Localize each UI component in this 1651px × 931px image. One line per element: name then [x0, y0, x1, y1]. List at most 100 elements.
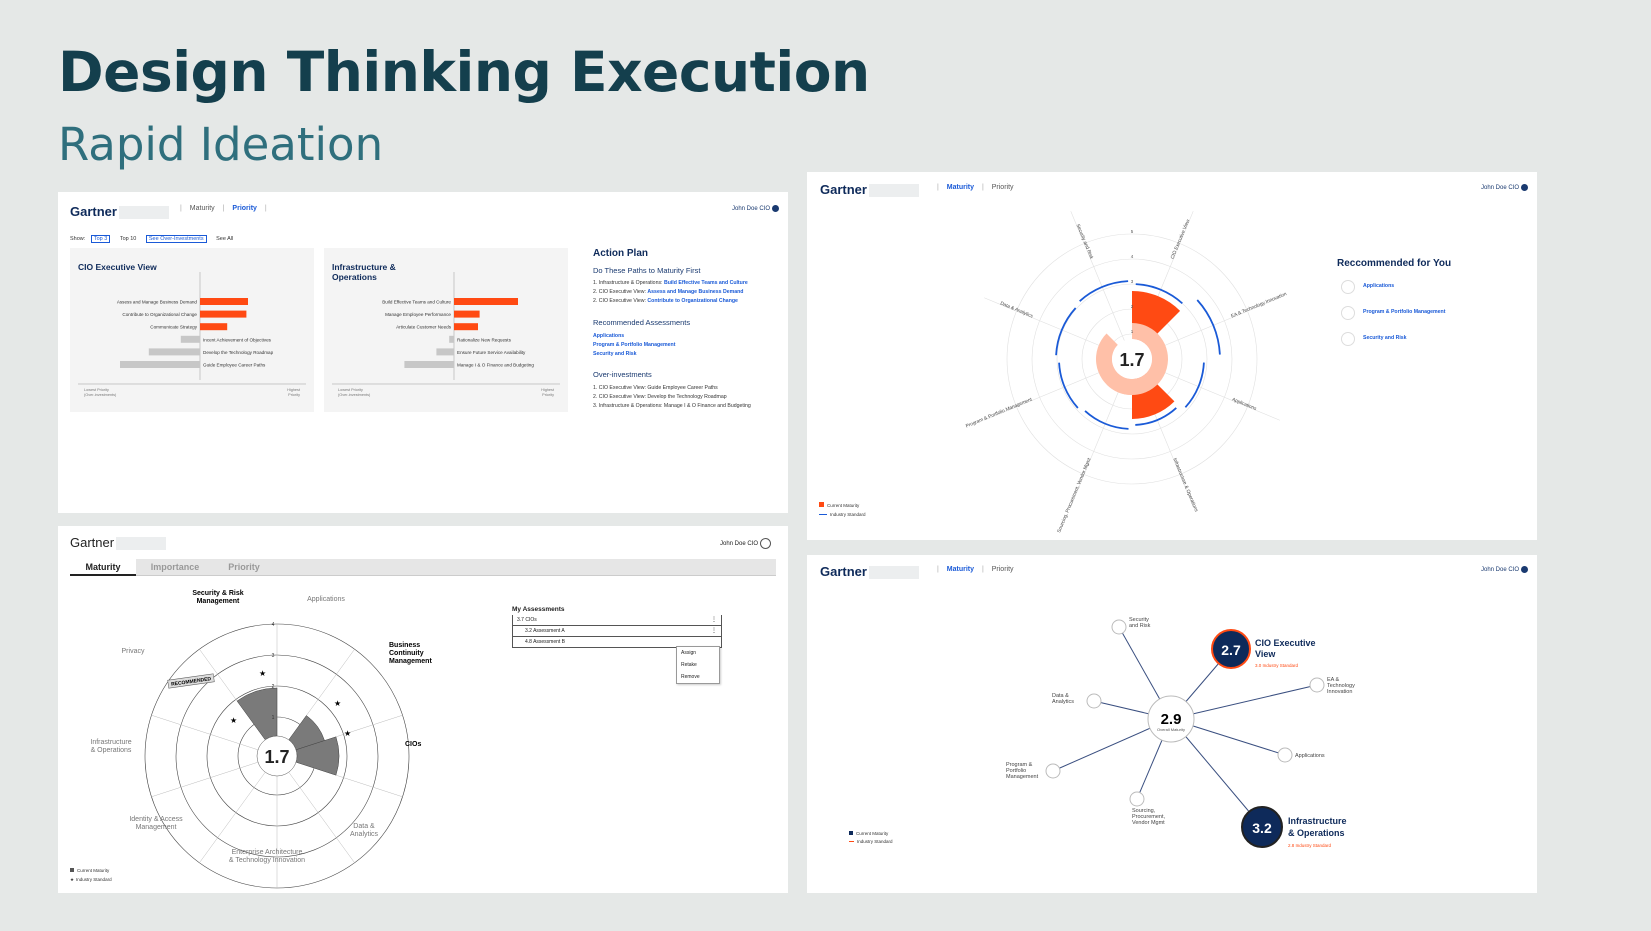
node-security[interactable] — [1111, 619, 1127, 635]
bar[interactable] — [454, 298, 518, 305]
over-item: 3. Infrastructure & Operations: Manage I… — [593, 403, 751, 409]
axis-cios: CIOs — [405, 741, 421, 748]
bar-label: Incent Achievement of Objectives — [203, 337, 272, 342]
io-bar-chart: Build Effective Teams and Culture Manage … — [332, 272, 560, 397]
rec-icon — [1341, 306, 1355, 320]
gartner-logo: Gartner — [70, 535, 167, 551]
bar[interactable] — [200, 298, 248, 305]
axis-label-left: Lowest Priority — [84, 388, 109, 392]
bar[interactable] — [200, 323, 228, 331]
bar[interactable] — [404, 361, 454, 368]
bar[interactable] — [454, 310, 480, 318]
user-icon — [772, 205, 780, 212]
assess-link[interactable]: Applications — [593, 333, 624, 339]
rec-applications[interactable]: Applications — [1363, 283, 1394, 289]
menu-remove[interactable]: Remove — [677, 671, 719, 683]
axis-label: CIO Executive View — [1170, 218, 1192, 260]
legend-standard: Industry Standard — [819, 512, 866, 517]
infra-title: Infrastructure & Operations — [1288, 816, 1347, 838]
center-value: 1.7 — [1119, 350, 1144, 370]
filter-top10[interactable]: Top 10 — [120, 236, 137, 242]
rec-ppm[interactable]: Program & Portfolio Management — [1363, 309, 1445, 315]
filter-top3[interactable]: Top 3 — [90, 235, 111, 243]
axis-security: Security & Risk Management — [192, 590, 243, 605]
axis-infra: Infrastructure & Operations — [90, 739, 132, 754]
cio-standard: 3.0 Industry Standard — [1255, 663, 1299, 668]
nav-priority[interactable]: Priority — [232, 205, 257, 212]
tick-label: 3 — [1131, 279, 1134, 284]
legend-current: Current Maturity — [819, 502, 859, 508]
rec-icon — [1341, 280, 1355, 294]
axis-label: Applications — [1231, 397, 1258, 413]
axis-label: EA & Technology Innovation — [1230, 291, 1288, 319]
tick-label: 3 — [272, 653, 275, 659]
center-value: 2.9 — [1161, 711, 1182, 728]
gartner-logo: Gartner — [70, 204, 169, 220]
kebab-icon[interactable]: ⋮ — [711, 615, 717, 625]
assessment-row[interactable]: 3.7 CIOs ⋮ — [512, 615, 722, 626]
bar[interactable] — [449, 335, 454, 343]
radial-maturity-panel: Gartner | Maturity | Priority John Doe C… — [807, 172, 1537, 540]
first-item: 2. CIO Executive View: Assess and Manage… — [593, 289, 744, 295]
over-item: 1. CIO Executive View: Guide Employee Ca… — [593, 385, 718, 391]
bar[interactable] — [120, 361, 200, 368]
bar[interactable] — [180, 335, 200, 343]
legend-standard: ★ Industry Standard — [70, 877, 112, 882]
axis-privacy: Privacy — [122, 648, 145, 655]
node-ppm[interactable] — [1045, 763, 1061, 779]
recommended-title: Reccommended for You — [1337, 258, 1452, 269]
page-title: Design Thinking Execution — [58, 40, 870, 104]
bar-label: Assess and Manage Business Demand — [117, 300, 198, 305]
user-icon — [760, 538, 772, 549]
assessment-row[interactable]: 3.2 Assessment A ⋮ — [512, 626, 722, 637]
assess-link[interactable]: Security and Risk — [593, 351, 637, 357]
axis-label: Security and Risk — [1075, 223, 1095, 260]
assess-link[interactable]: Program & Portfolio Management — [593, 342, 675, 348]
radial-chart: 1.7 12345 CIO Executive ViewEA & Technol… — [965, 211, 1288, 534]
cio-title: CIO Executive View — [1255, 638, 1316, 659]
star-icon: ★ — [334, 699, 341, 708]
first-item-link[interactable]: Build Effective Teams and Culture — [664, 280, 748, 286]
bar-label: Build Effective Teams and Culture — [382, 300, 451, 305]
axis-label-right: Priority — [542, 393, 554, 397]
bar-label: Communicate Strategy — [150, 325, 197, 330]
axis-label: Program & Portfolio Management — [965, 396, 1034, 429]
menu-assign[interactable]: Assign — [677, 647, 719, 659]
infra-value: 3.2 — [1252, 820, 1272, 836]
nav-maturity[interactable]: Maturity — [190, 205, 215, 212]
tick-label: 4 — [272, 622, 275, 628]
tick-label: 2 — [272, 684, 275, 690]
center-label: Overall Maturity — [1157, 727, 1185, 732]
axis-label-left: Lowest Priority — [338, 388, 363, 392]
assess-heading: Recommended Assessments — [593, 318, 691, 327]
rec-security[interactable]: Security and Risk — [1363, 335, 1407, 341]
menu-retake[interactable]: Retake — [677, 659, 719, 671]
io-bar-card: Infrastructure & Operations Build Effecti… — [324, 248, 568, 412]
grayscale-radial-chart: 1.7 1234 ★ ★ ★ ★ RECOMMENDED Security & … — [90, 590, 432, 889]
legend-standard: Industry Standard — [849, 839, 893, 844]
bar[interactable] — [200, 310, 247, 318]
first-item-link[interactable]: Contribute to Organizational Change — [647, 298, 738, 304]
label-ea: EA & Technology Innovation — [1327, 677, 1355, 695]
node-applications[interactable] — [1277, 747, 1293, 763]
kebab-icon[interactable]: ⋮ — [711, 626, 717, 636]
filter-over[interactable]: See Over-Investments — [145, 235, 207, 243]
star-icon: ★ — [344, 729, 351, 738]
bar[interactable] — [454, 323, 478, 331]
maturity-segment[interactable] — [236, 687, 278, 741]
bar[interactable] — [148, 348, 200, 356]
node-data[interactable] — [1086, 693, 1102, 709]
user-menu[interactable]: John Doe CIO — [720, 538, 772, 549]
node-sourcing[interactable] — [1129, 791, 1145, 807]
axis-applications: Applications — [307, 596, 345, 603]
over-heading: Over-investments — [593, 370, 652, 379]
axis-label-right: Highest — [287, 388, 301, 392]
user-menu[interactable]: John Doe CIO — [732, 205, 780, 212]
bar[interactable] — [436, 348, 454, 356]
first-item: 2. CIO Executive View: Contribute to Org… — [593, 298, 738, 304]
first-item-link[interactable]: Assess and Manage Business Demand — [647, 289, 743, 295]
filter-all[interactable]: See All — [216, 236, 233, 242]
axis-label-right: Priority — [288, 393, 300, 397]
row-context-menu: Assign Retake Remove — [676, 646, 720, 684]
node-ea[interactable] — [1309, 677, 1325, 693]
